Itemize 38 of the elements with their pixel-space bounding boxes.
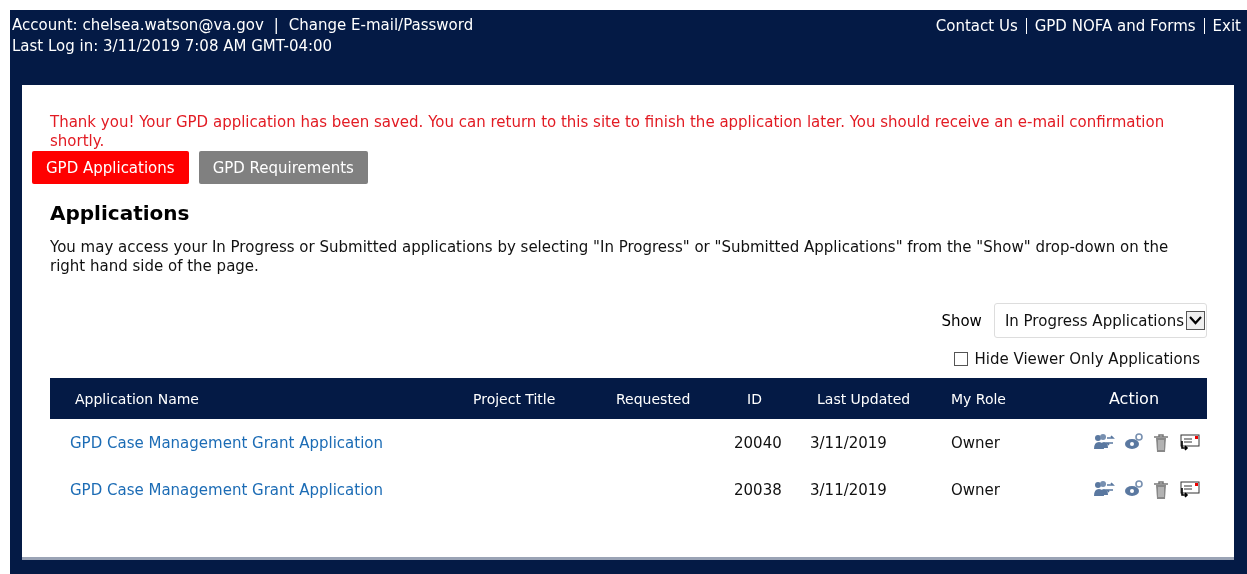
user-transfer-icon[interactable] bbox=[1093, 479, 1115, 498]
last-login: Last Log in: 3/11/2019 7:08 AM GMT-04:00 bbox=[12, 37, 334, 55]
header-link[interactable]: GPD NOFA and Forms bbox=[1025, 18, 1204, 34]
show-dropdown[interactable]: In Progress Applications bbox=[993, 303, 1207, 338]
intro-text: You may access your In Progress or Submitted applications by selecting "In Progress" or "Submitted Applications" from the "Show" drop-down on the right hand side of the page. bbox=[50, 238, 1170, 276]
column-header: Project Title bbox=[473, 390, 557, 407]
column-header: Action bbox=[1107, 389, 1161, 408]
column-header: Application Name bbox=[74, 390, 200, 407]
header-link[interactable]: Contact Us bbox=[927, 18, 1026, 34]
table-cell-text: 3/11/2019 bbox=[810, 480, 888, 499]
change-password-link[interactable]: Change E-mail/Password bbox=[288, 16, 474, 34]
account-email: Account: chelsea.watson@va.gov bbox=[12, 16, 264, 34]
envelope-reply-icon[interactable] bbox=[1178, 432, 1200, 451]
trash-icon[interactable] bbox=[1153, 479, 1169, 500]
checkbox[interactable] bbox=[953, 352, 968, 366]
caret-icon bbox=[1189, 316, 1202, 325]
column-header: ID bbox=[747, 390, 763, 407]
view-settings-icon[interactable] bbox=[1124, 432, 1144, 451]
column-header: Last Updated bbox=[817, 390, 912, 407]
separator: | bbox=[273, 16, 279, 34]
table-cell-text: Owner bbox=[951, 433, 1001, 452]
application-link[interactable]: GPD Case Management Grant Application bbox=[50, 433, 473, 452]
column-header: Requested bbox=[616, 390, 692, 407]
envelope-reply-icon[interactable] bbox=[1178, 479, 1200, 498]
user-transfer-icon[interactable] bbox=[1093, 432, 1115, 451]
tab[interactable]: GPD Applications bbox=[32, 151, 189, 184]
table-cell-text: 3/11/2019 bbox=[810, 433, 888, 452]
header-link[interactable]: Exit bbox=[1203, 18, 1247, 34]
checkbox-label: Hide Viewer Only Applications bbox=[974, 350, 1200, 368]
application-link[interactable]: GPD Case Management Grant Application bbox=[50, 480, 473, 499]
trash-icon[interactable] bbox=[1153, 432, 1169, 453]
tab[interactable]: GPD Requirements bbox=[198, 151, 368, 184]
show-label: Show bbox=[941, 311, 982, 330]
view-settings-icon[interactable] bbox=[1124, 479, 1144, 498]
saved-message: Thank you! Your GPD application has been saved. You can return to this site to finish the application later. You should receive an e-mail confirmation shortly. bbox=[50, 113, 1166, 151]
column-header: My Role bbox=[951, 390, 1007, 407]
table-cell-text: Owner bbox=[951, 480, 1001, 499]
section-heading: Applications bbox=[50, 201, 191, 225]
